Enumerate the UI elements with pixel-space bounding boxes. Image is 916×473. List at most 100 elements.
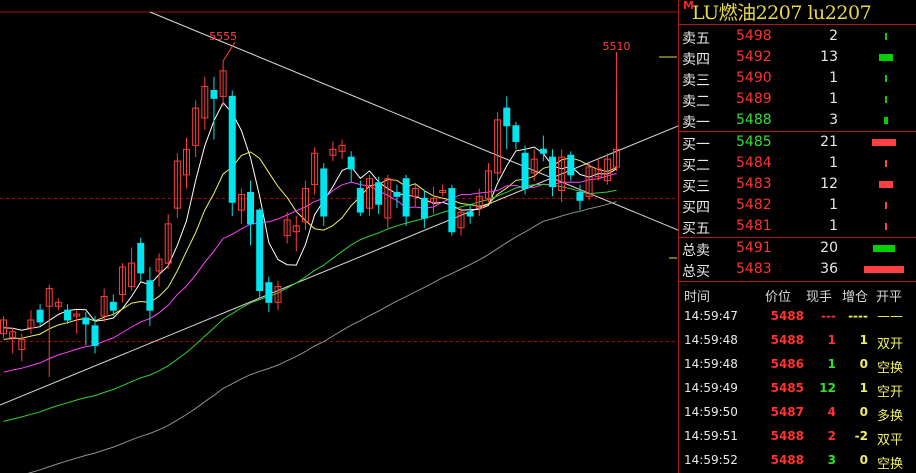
candle-body [402, 178, 410, 217]
volume-bar [884, 117, 888, 124]
tick-row: 14:59:47 5488 --- ---- —— [678, 304, 916, 328]
book-level-label: 卖四 [682, 52, 710, 68]
volume-bar [879, 181, 893, 188]
book-price: 5490 [736, 70, 772, 86]
tick-time: 14:59:47 [684, 309, 738, 323]
header-time: 时间 [684, 290, 711, 305]
candle-body [503, 107, 511, 127]
book-price: 5489 [736, 91, 772, 107]
book-row: 买四 5482 1 [678, 195, 916, 216]
candle-body [137, 242, 145, 274]
book-price: 5488 [736, 112, 772, 128]
candle-body [247, 191, 255, 225]
candle-body [64, 309, 72, 321]
tick-type: 空换 [877, 361, 904, 376]
tick-row: 14:59:51 5488 2 -2 双平 [678, 424, 916, 448]
quote-panel: M LU燃油2207 lu2207 卖五 5498 2 卖四 5492 13 卖三 5490 1… [678, 0, 916, 473]
candlestick-chart: 5555 5510 [0, 11, 678, 473]
contract-title: LU燃油2207 lu2207 [692, 2, 872, 24]
book-level-label: 卖二 [682, 94, 710, 110]
candle-body [91, 325, 99, 346]
high-price-label: 5555 [209, 30, 237, 43]
book-volume: 2 [829, 28, 838, 44]
tick-time: 14:59:50 [684, 405, 738, 419]
book-row: 卖五 5498 2 [678, 26, 916, 47]
panel-title-bar: M LU燃油2207 lu2207 [678, 0, 916, 24]
candle-body [375, 182, 383, 205]
header-qty: 现手 [806, 290, 833, 305]
book-volume: 1 [829, 218, 838, 234]
book-row: 买一 5485 21 [678, 132, 916, 153]
tick-oi: 0 [859, 357, 868, 371]
volume-bar [872, 139, 896, 146]
book-volume: 1 [829, 197, 838, 213]
tick-qty: 12 [819, 381, 836, 395]
book-level-label: 卖三 [682, 73, 710, 89]
book-row: 买二 5484 1 [678, 153, 916, 174]
header-oi: 增仓 [842, 290, 869, 305]
tick-price: 5486 [770, 357, 804, 371]
tick-oi: -2 [854, 429, 868, 443]
tick-time: 14:59:49 [684, 381, 738, 395]
book-price: 5483 [736, 176, 772, 192]
candle-body [36, 309, 44, 323]
book-level-label: 买四 [682, 200, 710, 216]
candle-body [347, 156, 355, 170]
tick-qty: 3 [827, 453, 836, 467]
candle-body [228, 95, 236, 203]
candle-body [210, 89, 218, 99]
volume-bar [885, 75, 887, 82]
candle-body [420, 197, 428, 219]
book-volume: 20 [820, 240, 838, 256]
tick-row: 14:59:48 5488 1 1 双开 [678, 328, 916, 352]
book-price: 5484 [736, 155, 772, 171]
volume-bar [884, 33, 888, 40]
tick-time: 14:59:48 [684, 333, 738, 347]
tick-oi: 1 [859, 381, 868, 395]
tick-price: 5488 [770, 333, 804, 347]
candle-body [256, 209, 264, 292]
candle-body [320, 168, 328, 217]
volume-bar [885, 160, 887, 167]
candle-body [109, 301, 117, 311]
volume-bar [864, 266, 904, 273]
tick-qty: 4 [827, 405, 836, 419]
book-volume: 36 [820, 261, 838, 277]
book-row: 卖四 5492 13 [678, 47, 916, 68]
book-volume: 12 [820, 176, 838, 192]
book-price: 5492 [736, 49, 772, 65]
tick-type: 多换 [877, 409, 904, 424]
candle-body [448, 188, 456, 233]
book-level-label: 买三 [682, 179, 710, 195]
book-level-label: 买二 [682, 158, 710, 174]
tick-price: 5488 [770, 429, 804, 443]
tick-price: 5485 [770, 381, 804, 395]
candle-body [393, 191, 401, 197]
candle-body [82, 317, 90, 325]
candle-body [512, 125, 520, 142]
book-row: 买五 5481 1 [678, 216, 916, 237]
book-volume: 13 [820, 49, 838, 65]
tick-row: 14:59:52 5488 3 0 空换 [678, 448, 916, 472]
tick-qty: --- [821, 309, 836, 323]
tick-price: 5488 [770, 309, 804, 323]
candle-body [567, 154, 575, 176]
last-price-label: 5510 [603, 40, 631, 53]
book-row: 卖三 5490 1 [678, 68, 916, 89]
tick-price: 5488 [770, 453, 804, 467]
candle-body [539, 148, 547, 154]
tick-type: —— [877, 309, 903, 324]
book-price: 5481 [736, 218, 772, 234]
book-row: 卖二 5489 1 [678, 89, 916, 110]
candle-body [265, 282, 273, 303]
support-trendline [0, 125, 678, 406]
volume-bar [885, 96, 887, 103]
candle-body [521, 152, 529, 190]
tick-qty: 1 [827, 357, 836, 371]
book-row: 总卖 5491 20 [678, 238, 916, 259]
tick-qty: 2 [827, 429, 836, 443]
tick-time: 14:59:52 [684, 453, 738, 467]
ma5-line [3, 101, 617, 331]
tick-row: 14:59:48 5486 1 0 空换 [678, 352, 916, 376]
book-price: 5483 [736, 261, 772, 277]
